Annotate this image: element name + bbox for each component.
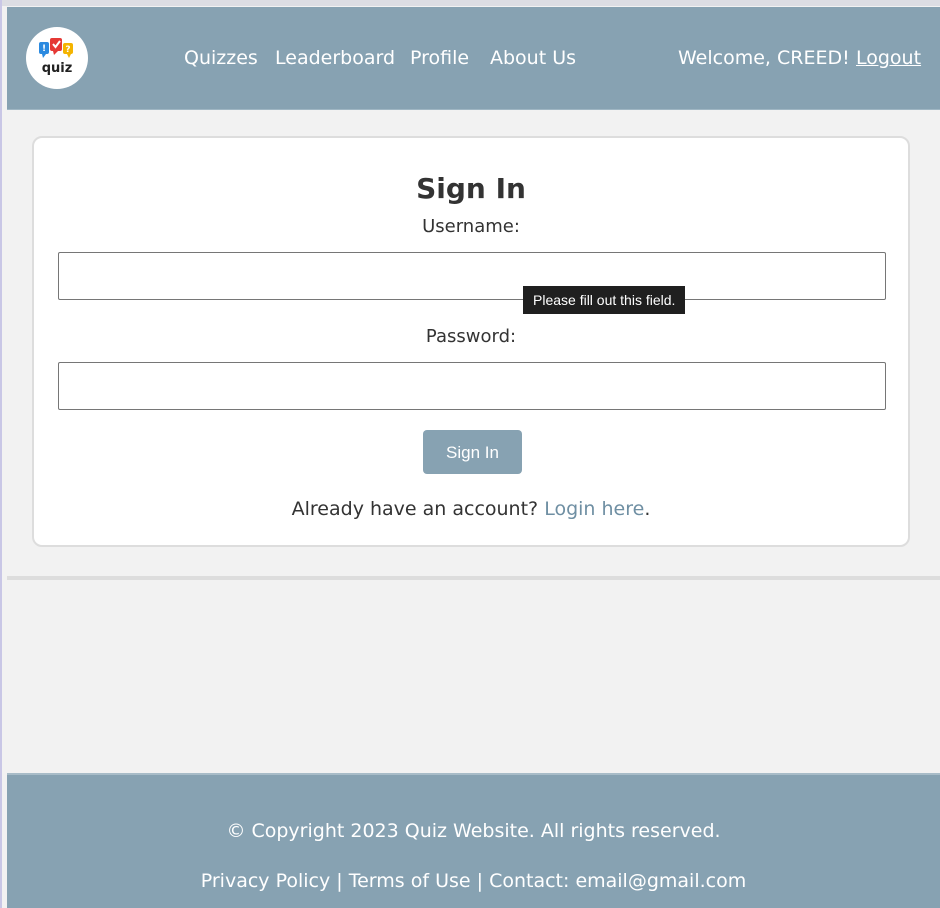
prompt-period: . xyxy=(644,498,651,520)
nav-about-us[interactable]: About Us xyxy=(490,47,576,69)
username-input[interactable] xyxy=(58,252,886,300)
logo-text: quiz xyxy=(41,61,73,76)
privacy-policy-link[interactable]: Privacy Policy xyxy=(201,870,330,892)
logout-link[interactable]: Logout xyxy=(856,47,921,69)
window-left-edge xyxy=(0,0,2,908)
nav-profile[interactable]: Profile xyxy=(410,47,469,69)
speech-bubbles-icon: ! ? xyxy=(39,38,73,58)
page-title: Sign In xyxy=(416,172,526,205)
site-footer: © Copyright 2023 Quiz Website. All right… xyxy=(7,773,940,908)
quiz-logo[interactable]: ! ? quiz xyxy=(26,27,88,89)
password-label: Password: xyxy=(425,326,517,347)
validation-tooltip: Please fill out this field. xyxy=(523,286,686,314)
nav-quizzes[interactable]: Quizzes xyxy=(184,47,258,69)
account-prompt-text: Already have an account? xyxy=(291,498,539,520)
account-prompt: Already have an account? Login here. xyxy=(34,498,908,520)
login-here-link[interactable]: Login here xyxy=(544,498,644,520)
welcome-message: Welcome, CREED! xyxy=(678,47,850,69)
terms-of-use-link[interactable]: Terms of Use xyxy=(349,870,471,892)
footer-separator: | xyxy=(476,870,484,892)
username-label: Username: xyxy=(422,216,520,237)
contact-email[interactable]: Contact: email@gmail.com xyxy=(489,870,746,892)
sign-in-button[interactable]: Sign In xyxy=(423,430,522,474)
svg-text:!: ! xyxy=(42,44,46,54)
site-header: ! ? quiz Quizzes Leaderboard Profile Abo… xyxy=(7,7,940,110)
password-input[interactable] xyxy=(58,362,886,410)
nav-leaderboard[interactable]: Leaderboard xyxy=(275,47,395,69)
copyright-text: © Copyright 2023 Quiz Website. All right… xyxy=(226,820,721,842)
footer-separator: | xyxy=(336,870,343,892)
window-top-edge xyxy=(0,0,940,6)
svg-text:?: ? xyxy=(65,45,70,55)
footer-links: Privacy Policy | Terms of Use | Contact:… xyxy=(7,870,940,892)
sign-in-card: Sign In Username: Please fill out this f… xyxy=(32,136,910,547)
